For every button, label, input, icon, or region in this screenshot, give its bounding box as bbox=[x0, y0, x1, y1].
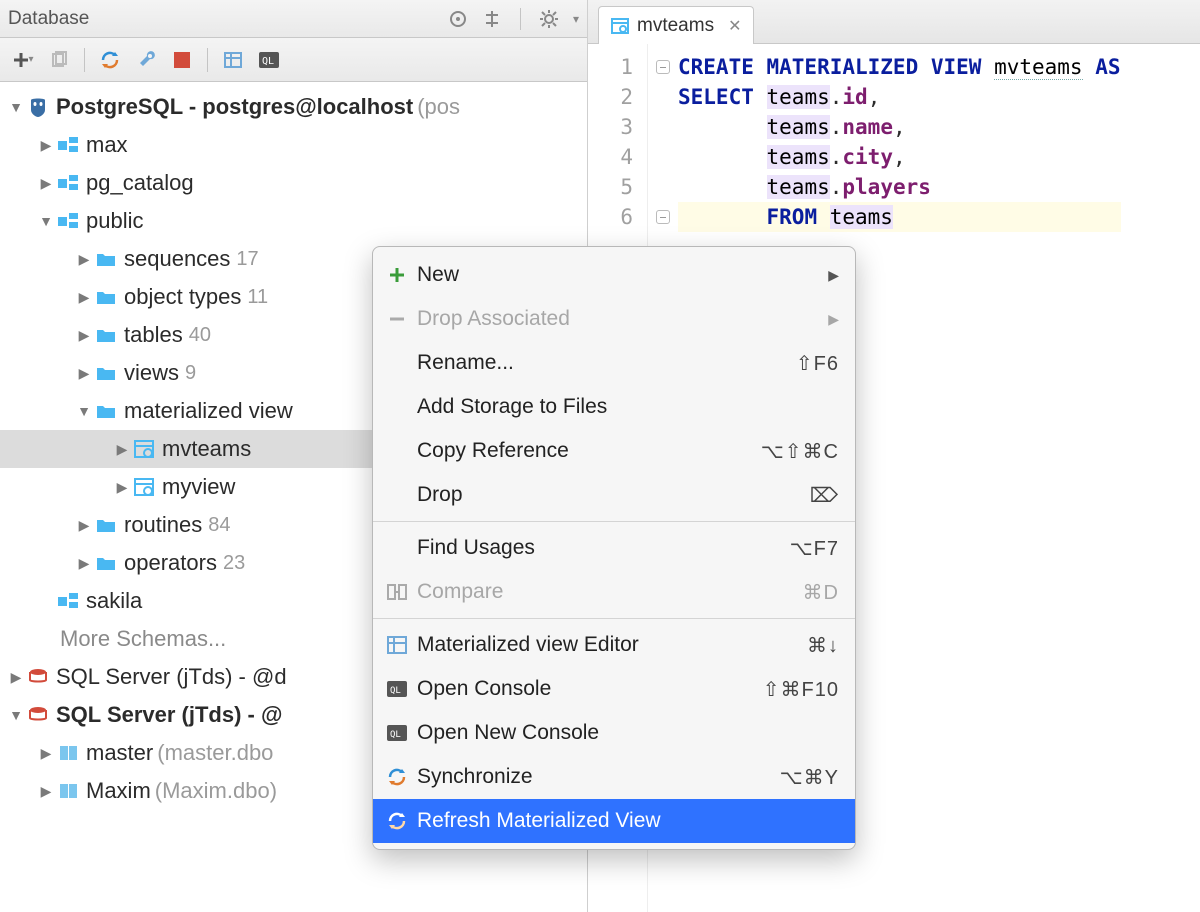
menu-synchronize[interactable]: Synchronize ⌥⌘Y bbox=[373, 755, 855, 799]
expander-icon[interactable]: ▼ bbox=[6, 707, 26, 723]
db-icon bbox=[56, 782, 80, 800]
expander-icon[interactable]: ▶ bbox=[112, 441, 132, 458]
expander-icon[interactable]: ▶ bbox=[6, 669, 26, 686]
chevron-down-icon[interactable]: ▾ bbox=[573, 12, 579, 26]
copy-icon[interactable] bbox=[46, 47, 72, 73]
submenu-arrow-icon: ▶ bbox=[828, 267, 839, 284]
wrench-icon[interactable] bbox=[133, 47, 159, 73]
target-icon[interactable] bbox=[448, 9, 468, 29]
tab-mvteams[interactable]: mvteams ✕ bbox=[598, 6, 754, 44]
menu-compare: Compare ⌘D bbox=[373, 570, 855, 614]
tree-node-pgcatalog[interactable]: ▶ pg_catalog bbox=[0, 164, 587, 202]
sync-icon bbox=[383, 767, 411, 787]
folder-icon bbox=[94, 251, 118, 267]
menu-refresh-mview[interactable]: Refresh Materialized View bbox=[373, 799, 855, 843]
sqlserver-icon bbox=[26, 704, 50, 726]
expander-icon[interactable]: ▶ bbox=[74, 289, 94, 306]
menu-copy-reference[interactable]: Copy Reference ⌥⇧⌘C bbox=[373, 429, 855, 473]
expander-icon[interactable]: ▶ bbox=[112, 479, 132, 496]
folder-icon bbox=[94, 327, 118, 343]
menu-find-usages[interactable]: Find Usages ⌥F7 bbox=[373, 526, 855, 570]
expander-icon[interactable]: ▶ bbox=[74, 555, 94, 572]
minus-icon bbox=[383, 310, 411, 328]
schema-icon bbox=[56, 593, 80, 609]
compare-icon bbox=[383, 584, 411, 600]
add-icon[interactable]: ▾ bbox=[10, 47, 36, 73]
menu-rename[interactable]: Rename... ⇧F6 bbox=[373, 341, 855, 385]
menu-drop[interactable]: Drop ⌦ bbox=[373, 473, 855, 517]
expander-icon[interactable]: ▶ bbox=[36, 175, 56, 192]
folder-icon bbox=[94, 555, 118, 571]
tree-node-public[interactable]: ▼ public bbox=[0, 202, 587, 240]
close-icon[interactable]: ✕ bbox=[728, 16, 741, 36]
folder-icon bbox=[94, 289, 118, 305]
editor-tabbar: mvteams ✕ bbox=[588, 0, 1200, 44]
tree-node-postgresql[interactable]: ▼ PostgreSQL - postgres@localhost (pos bbox=[0, 88, 587, 126]
menu-open-new-console[interactable]: QL Open New Console bbox=[373, 711, 855, 755]
svg-text:QL: QL bbox=[390, 686, 401, 696]
schema-icon bbox=[56, 213, 80, 229]
panel-title: Database bbox=[8, 8, 448, 30]
expander-icon[interactable]: ▼ bbox=[74, 403, 94, 419]
expander-icon[interactable]: ▶ bbox=[36, 137, 56, 154]
expander-icon[interactable]: ▶ bbox=[74, 327, 94, 344]
panel-header: Database ▾ bbox=[0, 0, 587, 38]
sync-icon[interactable] bbox=[97, 47, 123, 73]
expander-icon[interactable]: ▶ bbox=[36, 783, 56, 800]
mview-icon bbox=[132, 478, 156, 496]
expander-icon[interactable]: ▼ bbox=[6, 99, 26, 115]
panel-toolbar: ▾ QL bbox=[0, 38, 587, 82]
split-icon[interactable] bbox=[482, 9, 502, 29]
folder-icon bbox=[94, 403, 118, 419]
sqlserver-icon bbox=[26, 666, 50, 688]
menu-add-storage[interactable]: Add Storage to Files bbox=[373, 385, 855, 429]
expander-icon[interactable]: ▶ bbox=[74, 365, 94, 382]
submenu-arrow-icon: ▶ bbox=[828, 311, 839, 328]
expander-icon[interactable]: ▼ bbox=[36, 213, 56, 229]
stop-icon[interactable] bbox=[169, 47, 195, 73]
table-editor-icon bbox=[383, 636, 411, 654]
sync-icon bbox=[383, 811, 411, 831]
delete-icon: ⌦ bbox=[810, 483, 839, 508]
schema-icon bbox=[56, 137, 80, 153]
mview-icon bbox=[132, 440, 156, 458]
folder-icon bbox=[94, 365, 118, 381]
menu-mview-editor[interactable]: Materialized view Editor ⌘↓ bbox=[373, 623, 855, 667]
menu-new[interactable]: New ▶ bbox=[373, 253, 855, 297]
postgres-icon bbox=[26, 96, 50, 118]
schema-icon bbox=[56, 175, 80, 191]
context-menu[interactable]: New ▶ Drop Associated ▶ Rename... ⇧F6 Ad… bbox=[372, 246, 856, 850]
svg-text:QL: QL bbox=[262, 56, 274, 67]
gear-icon[interactable] bbox=[539, 9, 559, 29]
table-editor-icon[interactable] bbox=[220, 47, 246, 73]
console-icon: QL bbox=[383, 680, 411, 698]
menu-open-console[interactable]: QL Open Console ⇧⌘F10 bbox=[373, 667, 855, 711]
tab-label: mvteams bbox=[637, 15, 714, 37]
tree-node-max[interactable]: ▶ max bbox=[0, 126, 587, 164]
expander-icon[interactable]: ▶ bbox=[36, 745, 56, 762]
console-icon[interactable]: QL bbox=[256, 47, 282, 73]
db-icon bbox=[56, 744, 80, 762]
mview-icon bbox=[611, 18, 629, 34]
plus-icon bbox=[383, 266, 411, 284]
svg-text:QL: QL bbox=[390, 730, 401, 740]
console-icon: QL bbox=[383, 724, 411, 742]
menu-drop-associated: Drop Associated ▶ bbox=[373, 297, 855, 341]
expander-icon[interactable]: ▶ bbox=[74, 517, 94, 534]
expander-icon[interactable]: ▶ bbox=[74, 251, 94, 268]
folder-icon bbox=[94, 517, 118, 533]
